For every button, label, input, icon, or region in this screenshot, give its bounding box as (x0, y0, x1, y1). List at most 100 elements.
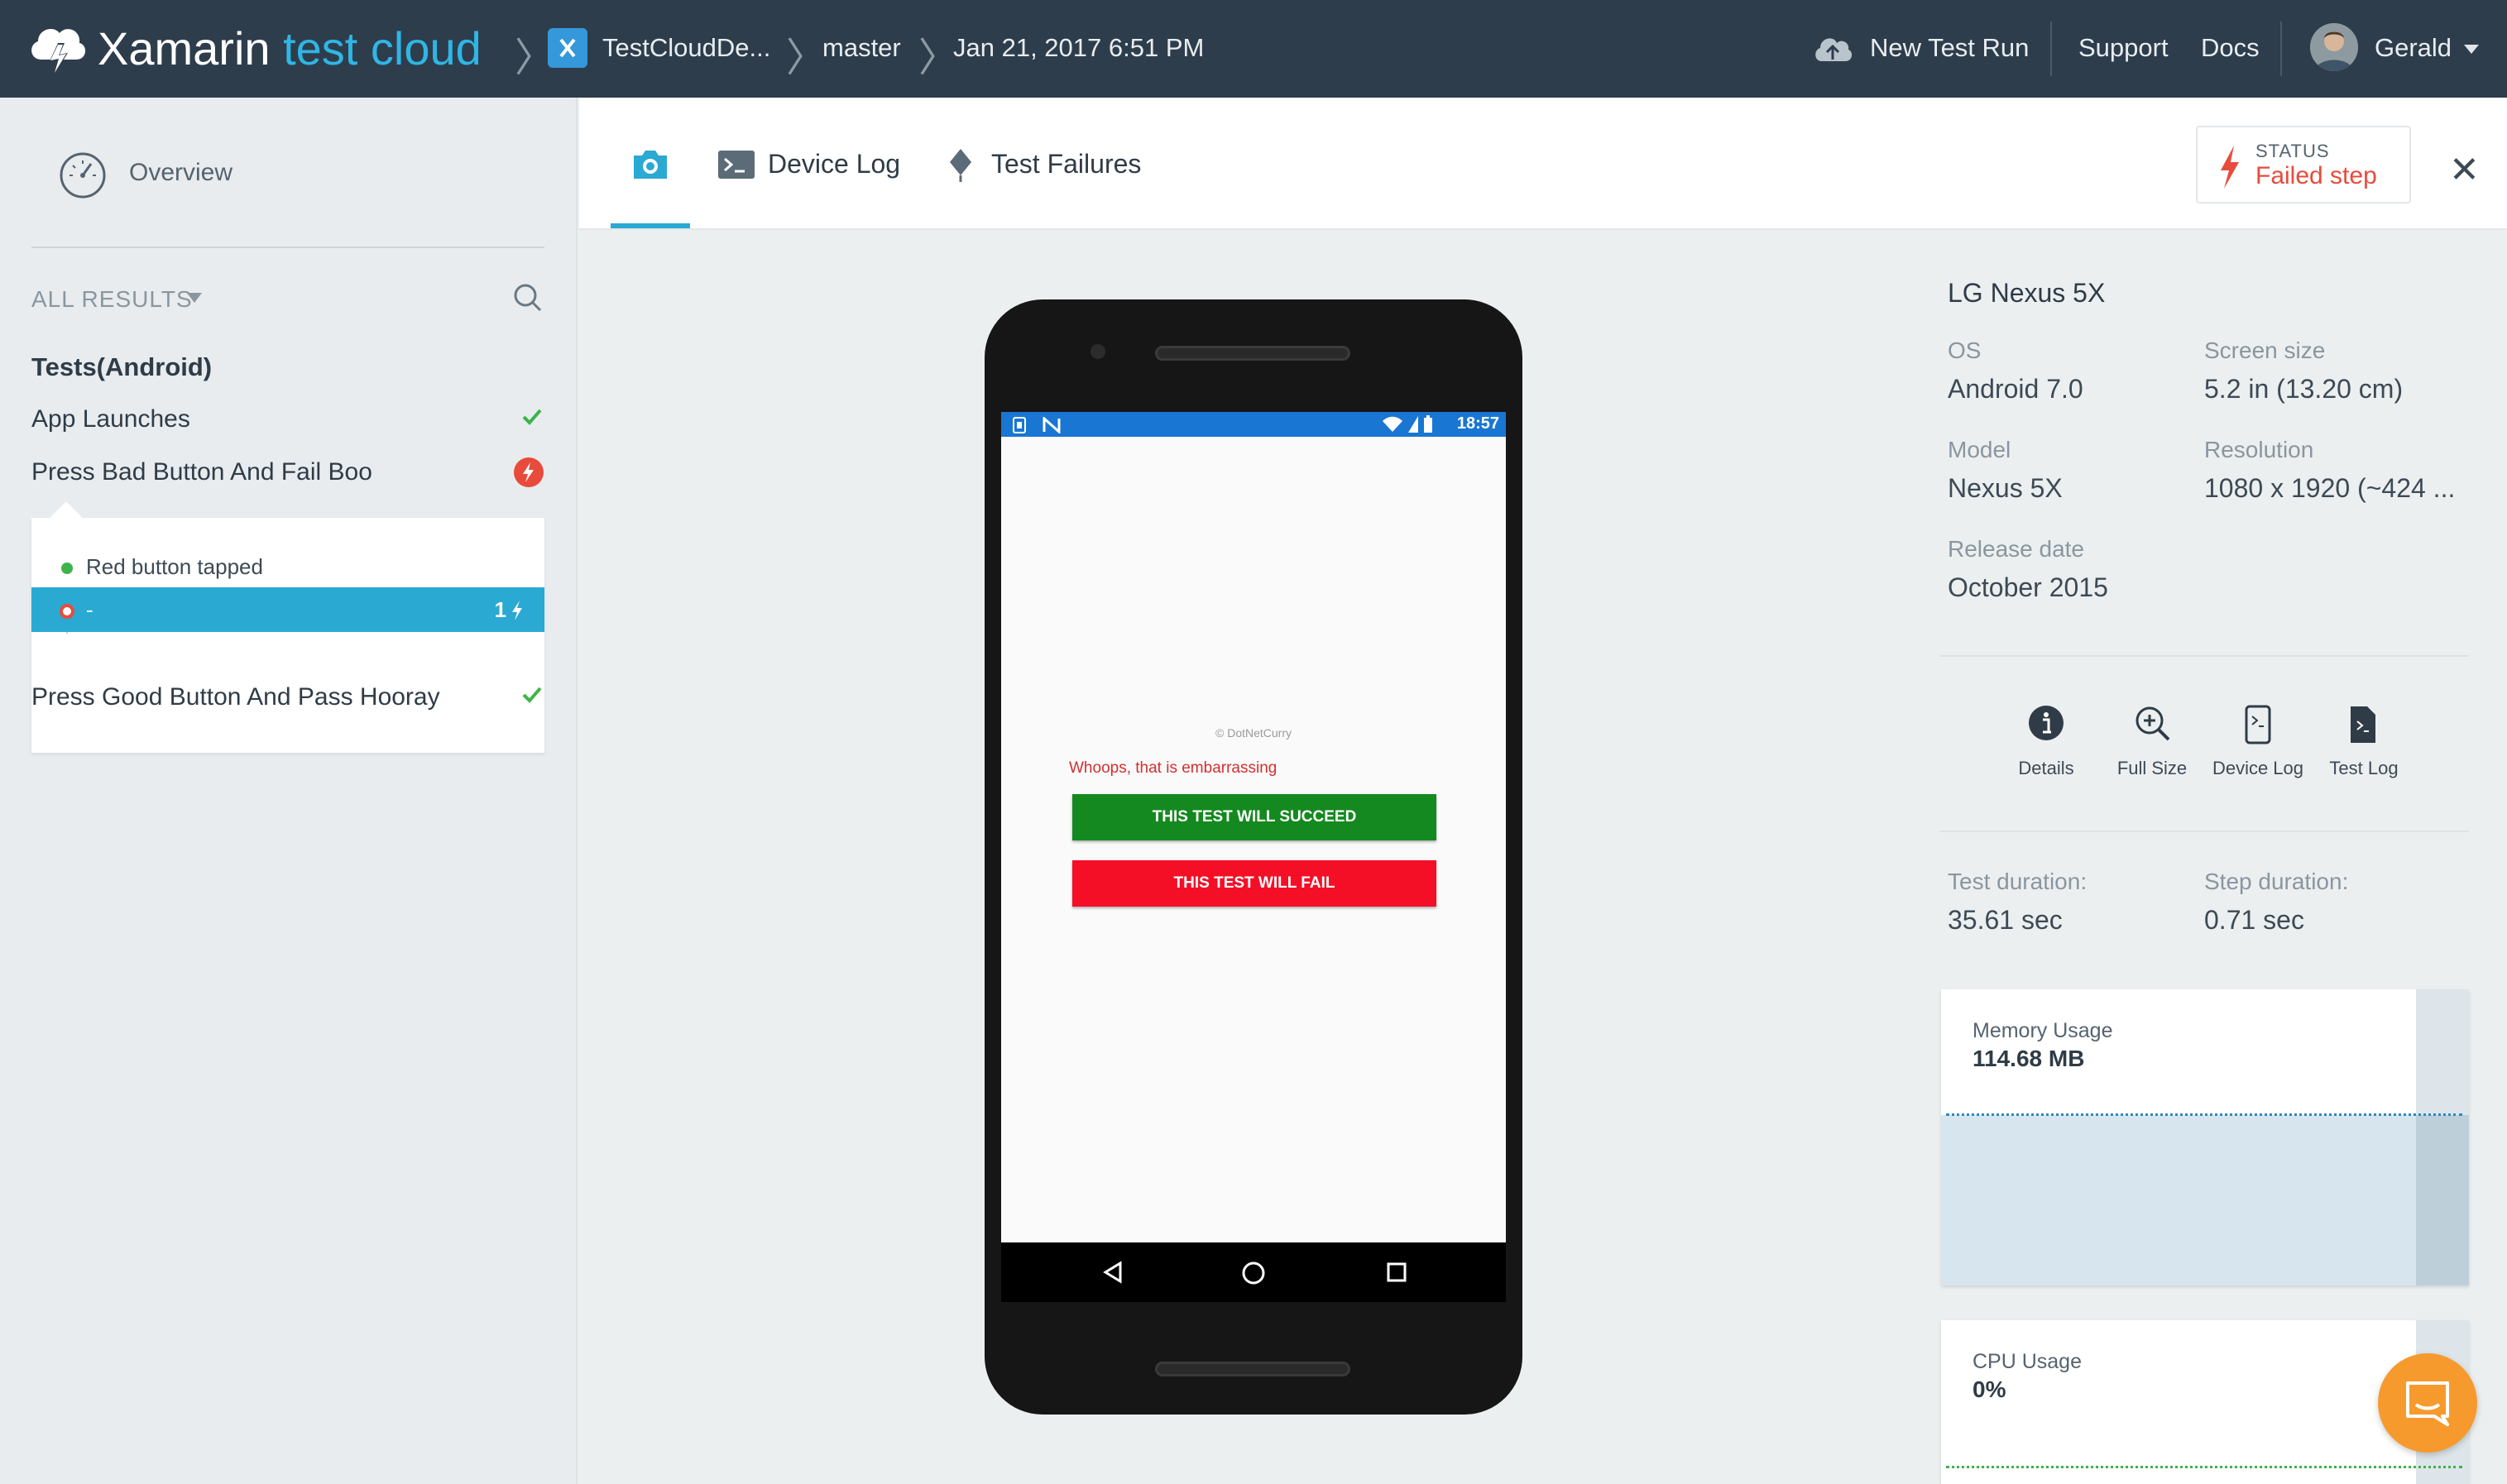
user-name[interactable]: Gerald (2375, 33, 2452, 63)
top-bar: Xamarin test cloud 〉 TestCloudDe... 〉 ma… (0, 0, 2507, 98)
support-link[interactable]: Support (2078, 33, 2169, 63)
os-value: Android 7.0 (1948, 374, 2083, 404)
xamarin-app-icon (548, 28, 587, 68)
memory-usage-card[interactable]: Memory Usage 114.68 MB (1941, 989, 2469, 1285)
test-log-button[interactable]: Test Log (2318, 705, 2409, 787)
docs-link[interactable]: Docs (2201, 33, 2260, 63)
test-item-label: Press Bad Button And Fail Boo (31, 458, 372, 486)
tab-test-failures[interactable]: Test Failures (947, 98, 1162, 230)
memory-usage-area (1941, 1115, 2469, 1285)
step-item[interactable]: Red button tapped (31, 544, 544, 589)
step-failure-count: 1 (494, 597, 506, 622)
divider (2280, 22, 2282, 76)
back-icon[interactable] (1102, 1261, 1124, 1284)
brand-main: Xamarin (98, 22, 271, 74)
document-icon (2351, 706, 2375, 743)
sidebar: Overview ALL RESULTS Tests(Android) App … (0, 98, 578, 1484)
error-message: Whoops, that is embarrassing (1069, 759, 1277, 777)
test-duration-value: 35.61 sec (1948, 905, 2063, 935)
check-icon (522, 409, 542, 425)
recents-icon[interactable] (1387, 1262, 1407, 1282)
cloud-logo-icon[interactable] (25, 18, 89, 79)
detail-header: Device Log Test Failures STATUS Failed s… (579, 98, 2507, 230)
fail-button[interactable]: THIS TEST WILL FAIL (1072, 860, 1436, 907)
breadcrumb-branch[interactable]: master (822, 33, 901, 63)
user-menu-chevron-icon[interactable] (2464, 45, 2479, 54)
camera-lens (1091, 344, 1105, 359)
speaker-grille (1155, 346, 1350, 361)
resolution-value: 1080 x 1920 (~424 ... (2204, 473, 2456, 503)
test-item[interactable]: App Launches (31, 397, 544, 443)
status-time: 18:57 (1456, 414, 1499, 433)
screen-size-value: 5.2 in (13.20 cm) (2204, 374, 2404, 404)
cpu-usage-value: 0% (1973, 1376, 2006, 1402)
status-value: Failed step (2255, 162, 2377, 189)
test-log-label: Test Log (2329, 758, 2399, 778)
device-screenshot[interactable]: 18:57 © DotNetCurry Whoops, that is emba… (1001, 412, 1506, 1302)
divider (1939, 831, 2469, 832)
info-icon (2029, 706, 2064, 740)
phone-log-icon (2245, 705, 2271, 744)
brand-title[interactable]: Xamarin test cloud (98, 22, 482, 75)
test-item[interactable]: Press Good Button And Pass Hooray (31, 675, 544, 721)
release-date-label: Release date (1948, 536, 2085, 562)
battery-icon (1424, 415, 1432, 433)
breadcrumb-separator: 〉 (918, 36, 959, 80)
step-duration-label: Step duration: (2204, 869, 2349, 894)
copyright-text: © DotNetCurry (1215, 726, 1292, 740)
wifi-icon (1383, 416, 1402, 432)
new-test-run-link[interactable]: New Test Run (1870, 33, 2029, 63)
memory-usage-line (1946, 1113, 2462, 1116)
step-status-dot (60, 604, 74, 619)
test-item-label: Press Good Button And Pass Hooray (31, 683, 440, 711)
test-group-title: Tests(Android) (31, 352, 213, 381)
bolt-icon (2221, 146, 2239, 189)
device-log-button[interactable]: Device Log (2212, 705, 2303, 787)
cpu-usage-line (1946, 1466, 2462, 1468)
details-button[interactable]: Details (2001, 705, 2092, 787)
release-date-value: October 2015 (1948, 572, 2108, 602)
screen-size-label: Screen size (2204, 337, 2326, 363)
status-badge: STATUS Failed step (2196, 126, 2411, 203)
test-duration-label: Test duration: (1948, 869, 2088, 894)
divider (31, 247, 544, 248)
memory-usage-value: 114.68 MB (1973, 1046, 2085, 1071)
succeed-button[interactable]: THIS TEST WILL SUCCEED (1072, 794, 1436, 840)
breadcrumb-app[interactable]: TestCloudDe... (602, 33, 770, 63)
chat-icon (2406, 1381, 2449, 1426)
status-caption: STATUS (2255, 141, 2330, 161)
chevron-down-icon[interactable] (187, 293, 202, 303)
usage-scroll-fill (2416, 1115, 2469, 1285)
breadcrumb-run-time[interactable]: Jan 21, 2017 6:51 PM (953, 33, 1204, 63)
all-results-filter[interactable]: ALL RESULTS (31, 286, 193, 313)
tab-device-log[interactable]: Device Log (718, 98, 908, 230)
device-frame: 18:57 © DotNetCurry Whoops, that is emba… (985, 299, 1522, 1415)
close-icon[interactable]: ✕ (2449, 149, 2480, 191)
tab-test-failures-label: Test Failures (991, 149, 1142, 179)
cpu-usage-title: CPU Usage (1973, 1350, 2082, 1373)
test-item-label: App Launches (31, 405, 190, 433)
notification-n-icon (1043, 417, 1061, 433)
full-size-button[interactable]: Full Size (2107, 705, 2198, 787)
test-item[interactable]: Press Bad Button And Fail Boo (31, 450, 544, 496)
check-icon (522, 687, 542, 703)
android-status-bar: 18:57 (1001, 412, 1506, 437)
avatar[interactable] (2310, 23, 2358, 71)
sim-icon (1013, 417, 1026, 433)
usage-scroll-track (2416, 989, 2469, 1285)
bolt-icon (512, 601, 522, 620)
cloud-upload-icon[interactable] (1812, 33, 1853, 65)
resolution-label: Resolution (2204, 437, 2314, 462)
device-name: LG Nexus 5X (1948, 278, 2106, 308)
step-item-selected[interactable]: - 1 (31, 587, 544, 632)
step-label: Red button tapped (86, 554, 263, 579)
terminal-icon (718, 151, 755, 179)
failed-bolt-icon (514, 457, 544, 487)
tab-screenshot[interactable] (611, 98, 690, 230)
overview-link[interactable]: Overview (129, 159, 232, 187)
search-icon[interactable] (511, 281, 544, 314)
model-label: Model (1948, 437, 2011, 462)
chat-launcher-button[interactable] (2378, 1353, 2477, 1453)
zoom-in-icon (2136, 706, 2170, 741)
home-icon[interactable] (1241, 1261, 1266, 1285)
